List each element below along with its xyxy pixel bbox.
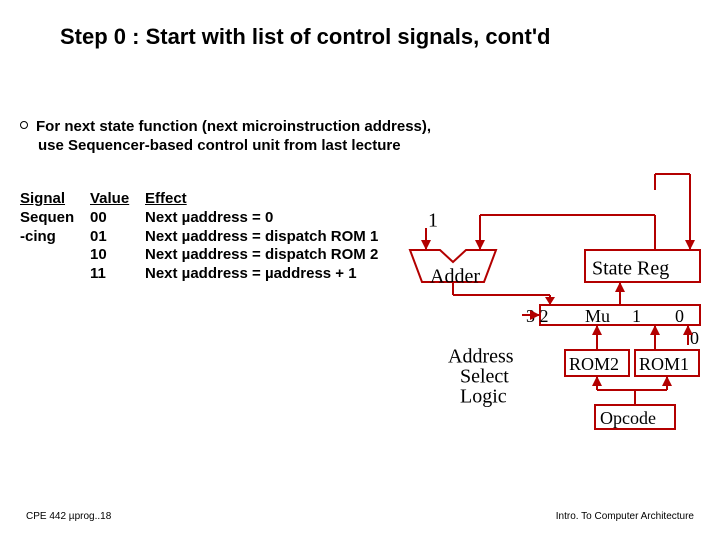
sequencer-diagram: 1 Adder State Reg 3 2 Mu 1 0 ROM2 ROM1: [410, 190, 710, 430]
rom1-label: ROM1: [639, 354, 689, 374]
table-row: 11Next µaddress = µaddress + 1: [20, 265, 435, 284]
mux-right-num: 0: [675, 306, 684, 326]
bullet-line-2: use Sequencer-based control unit from la…: [38, 137, 401, 156]
table-row: -cing01Next µaddress = dispatch ROM 1: [20, 228, 435, 247]
mux-mid-num: 1: [632, 306, 641, 326]
asl-line3: Logic: [460, 386, 507, 408]
col-effect: Effect: [145, 190, 435, 209]
rom2-label: ROM2: [569, 354, 619, 374]
opcode-label: Opcode: [600, 408, 656, 428]
zero-label: 0: [690, 328, 699, 348]
bullet-block: For next state function (next microinstr…: [20, 118, 431, 156]
state-reg-label: State Reg: [592, 258, 669, 280]
table-row: 10Next µaddress = dispatch ROM 2: [20, 246, 435, 265]
slide-title: Step 0 : Start with list of control sign…: [60, 24, 551, 50]
mux-label: Mu: [585, 306, 610, 326]
col-signal: Signal: [20, 190, 90, 209]
bullet-icon: [20, 121, 28, 129]
footer-left: CPE 442 µprog..18: [26, 511, 111, 522]
table-header: SignalValueEffect: [20, 190, 435, 209]
adder-input-one: 1: [428, 210, 438, 232]
footer-right: Intro. To Computer Architecture: [556, 511, 694, 522]
signal-table: SignalValueEffect Sequen00Next µaddress …: [20, 190, 435, 284]
adder-label: Adder: [430, 266, 480, 288]
asl-line1: Address: [448, 346, 514, 368]
col-value: Value: [90, 190, 145, 209]
asl-line2: Select: [460, 366, 509, 388]
bullet-line-1: For next state function (next microinstr…: [36, 118, 431, 135]
table-row: Sequen00Next µaddress = 0: [20, 209, 435, 228]
